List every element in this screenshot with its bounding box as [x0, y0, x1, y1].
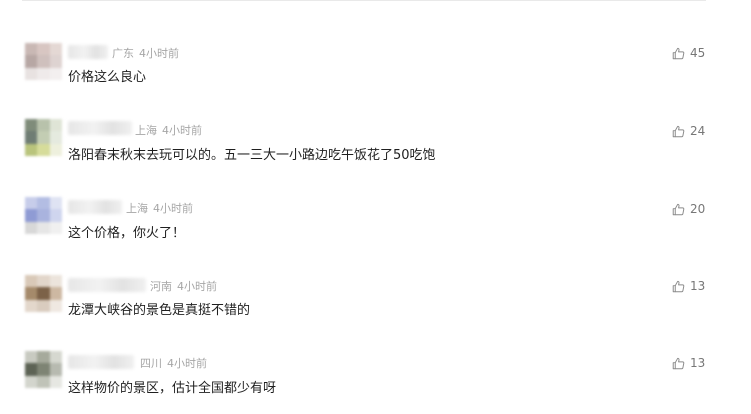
location: 广东 [112, 47, 134, 60]
username[interactable] [68, 355, 134, 369]
like-count: 20 [690, 202, 706, 216]
comment-meta: 四川 4小时前 [140, 357, 207, 371]
username[interactable] [68, 278, 146, 292]
top-divider [22, 0, 706, 1]
like-count: 13 [690, 279, 706, 293]
avatar[interactable] [25, 119, 62, 156]
username[interactable] [68, 200, 122, 214]
timestamp: 4小时前 [153, 202, 193, 215]
location: 上海 [126, 202, 148, 215]
comment-text: 价格这么良心 [68, 70, 147, 85]
comment-meta: 广东 4小时前 [112, 47, 179, 61]
comment-text: 龙潭大峡谷的景色是真挺不错的 [68, 303, 251, 318]
avatar[interactable] [25, 197, 62, 234]
comment-text: 这样物价的景区，估计全国都少有呀 [68, 381, 277, 396]
like-button[interactable]: 20 [672, 201, 705, 217]
comment-text: 这个价格，你火了！ [68, 226, 186, 241]
avatar[interactable] [25, 43, 62, 80]
thumbs-up-icon [672, 203, 685, 215]
comment-text: 洛阳春末秋末去玩可以的。五一三大一小路边吃午饭花了50吃饱 [68, 148, 436, 163]
like-button[interactable]: 13 [672, 278, 705, 294]
like-count: 13 [690, 356, 706, 370]
like-count: 45 [690, 46, 706, 60]
like-count: 24 [690, 124, 706, 138]
location: 河南 [150, 280, 172, 293]
timestamp: 4小时前 [139, 47, 179, 60]
username[interactable] [68, 121, 132, 135]
comment-item: 河南 4小时前 龙潭大峡谷的景色是真挺不错的 13 [0, 268, 751, 338]
comment-item: 四川 4小时前 这样物价的景区，估计全国都少有呀 13 [0, 344, 751, 414]
thumbs-up-icon [672, 280, 685, 292]
comment-meta: 上海 4小时前 [126, 202, 193, 216]
comment-meta: 河南 4小时前 [150, 280, 217, 294]
avatar[interactable] [25, 351, 62, 388]
thumbs-up-icon [672, 125, 685, 137]
like-button[interactable]: 13 [672, 355, 705, 371]
like-button[interactable]: 45 [672, 45, 705, 61]
thumbs-up-icon [672, 47, 685, 59]
location: 四川 [140, 357, 162, 370]
timestamp: 4小时前 [167, 357, 207, 370]
timestamp: 4小时前 [162, 124, 202, 137]
like-button[interactable]: 24 [672, 123, 705, 139]
comment-meta: 上海 4小时前 [135, 124, 202, 138]
avatar[interactable] [25, 275, 62, 312]
timestamp: 4小时前 [177, 280, 217, 293]
comment-item: 上海 4小时前 洛阳春末秋末去玩可以的。五一三大一小路边吃午饭花了50吃饱 24 [0, 112, 751, 182]
location: 上海 [135, 124, 157, 137]
username[interactable] [68, 45, 108, 59]
thumbs-up-icon [672, 357, 685, 369]
comment-item: 广东 4小时前 价格这么良心 45 [0, 34, 751, 104]
comment-item: 上海 4小时前 这个价格，你火了！ 20 [0, 190, 751, 260]
